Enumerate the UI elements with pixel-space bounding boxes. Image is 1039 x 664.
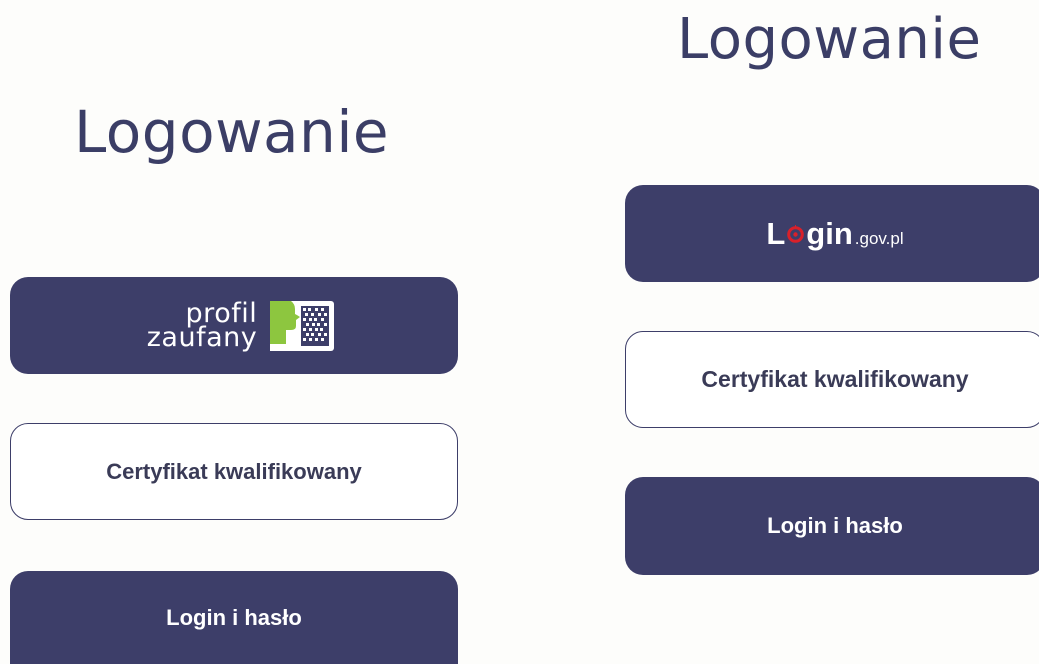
- profil-zaufany-button[interactable]: profil zaufany: [10, 277, 458, 374]
- login-panel-right: Logowanie L gin .gov.pl Certyfikat kwali…: [500, 0, 1039, 664]
- login-i-haslo-button[interactable]: Login i hasło: [625, 477, 1039, 575]
- logo-suffix: .gov.pl: [854, 228, 904, 248]
- login-i-haslo-button[interactable]: Login i hasło: [10, 571, 458, 664]
- login-panel-left: Logowanie profil zaufany Certyfikat kwal…: [0, 0, 500, 664]
- logo-letters-gin: gin: [806, 215, 853, 251]
- login-gov-pl-logo: L gin .gov.pl: [766, 216, 903, 252]
- login-gov-o-icon: [786, 216, 805, 243]
- login-gov-pl-button[interactable]: L gin .gov.pl: [625, 185, 1039, 282]
- certyfikat-kwalifikowany-button[interactable]: Certyfikat kwalifikowany: [625, 331, 1039, 428]
- logo-letter-l: L: [766, 215, 786, 251]
- certyfikat-kwalifikowany-button[interactable]: Certyfikat kwalifikowany: [10, 423, 458, 520]
- profil-zaufany-logo: profil zaufany: [147, 300, 335, 352]
- zaufany-text: zaufany: [146, 321, 258, 353]
- profil-zaufany-logo-icon: [270, 300, 335, 351]
- page-title: Logowanie: [74, 98, 390, 166]
- page-title: Logowanie: [677, 7, 982, 72]
- profil-zaufany-wordmark: profil zaufany: [146, 300, 258, 353]
